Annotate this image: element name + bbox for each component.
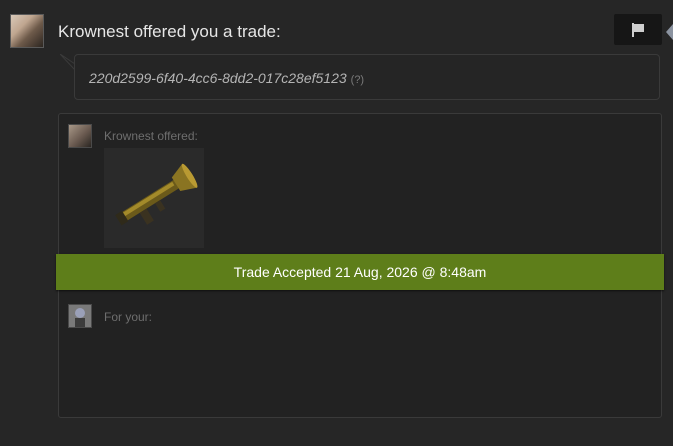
trade-id-text: 220d2599-6f40-4cc6-8dd2-017c28ef5123 (?) — [89, 70, 364, 86]
rocket-launcher-item-icon — [115, 163, 198, 226]
report-button[interactable] — [614, 14, 662, 45]
offerer-avatar[interactable] — [68, 124, 92, 148]
collapse-arrow-icon[interactable] — [666, 24, 673, 40]
flag-icon — [632, 22, 644, 37]
trade-status-bar: Trade Accepted 21 Aug, 2026 @ 8:48am — [56, 254, 664, 290]
user-avatar-icon — [69, 305, 91, 327]
help-marker[interactable]: (?) — [351, 74, 364, 86]
trade-message-bubble: 220d2599-6f40-4cc6-8dd2-017c28ef5123 (?) — [74, 54, 660, 100]
your-avatar[interactable] — [68, 304, 92, 328]
offered-item-slot[interactable] — [104, 148, 204, 248]
trade-id-value: 220d2599-6f40-4cc6-8dd2-017c28ef5123 — [89, 70, 347, 86]
sender-avatar[interactable] — [10, 14, 44, 48]
trade-headline: Krownest offered you a trade: — [58, 22, 281, 41]
offered-label: Krownest offered: — [104, 129, 198, 143]
for-your-label: For your: — [104, 310, 153, 324]
